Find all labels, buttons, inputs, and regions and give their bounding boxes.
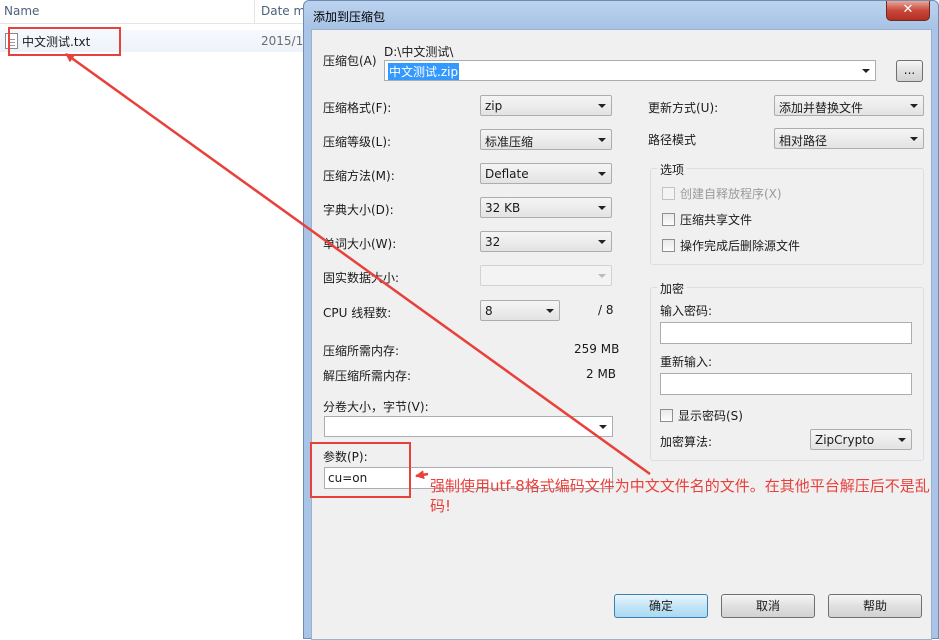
arrow-to-params [415,470,429,480]
arrow-to-file [65,52,651,476]
annotation-text: 强制使用utf-8格式编码文件为中文文件名的文件。在其他平台解压后不是乱码! [430,477,930,515]
annotation-arrows [65,52,651,480]
